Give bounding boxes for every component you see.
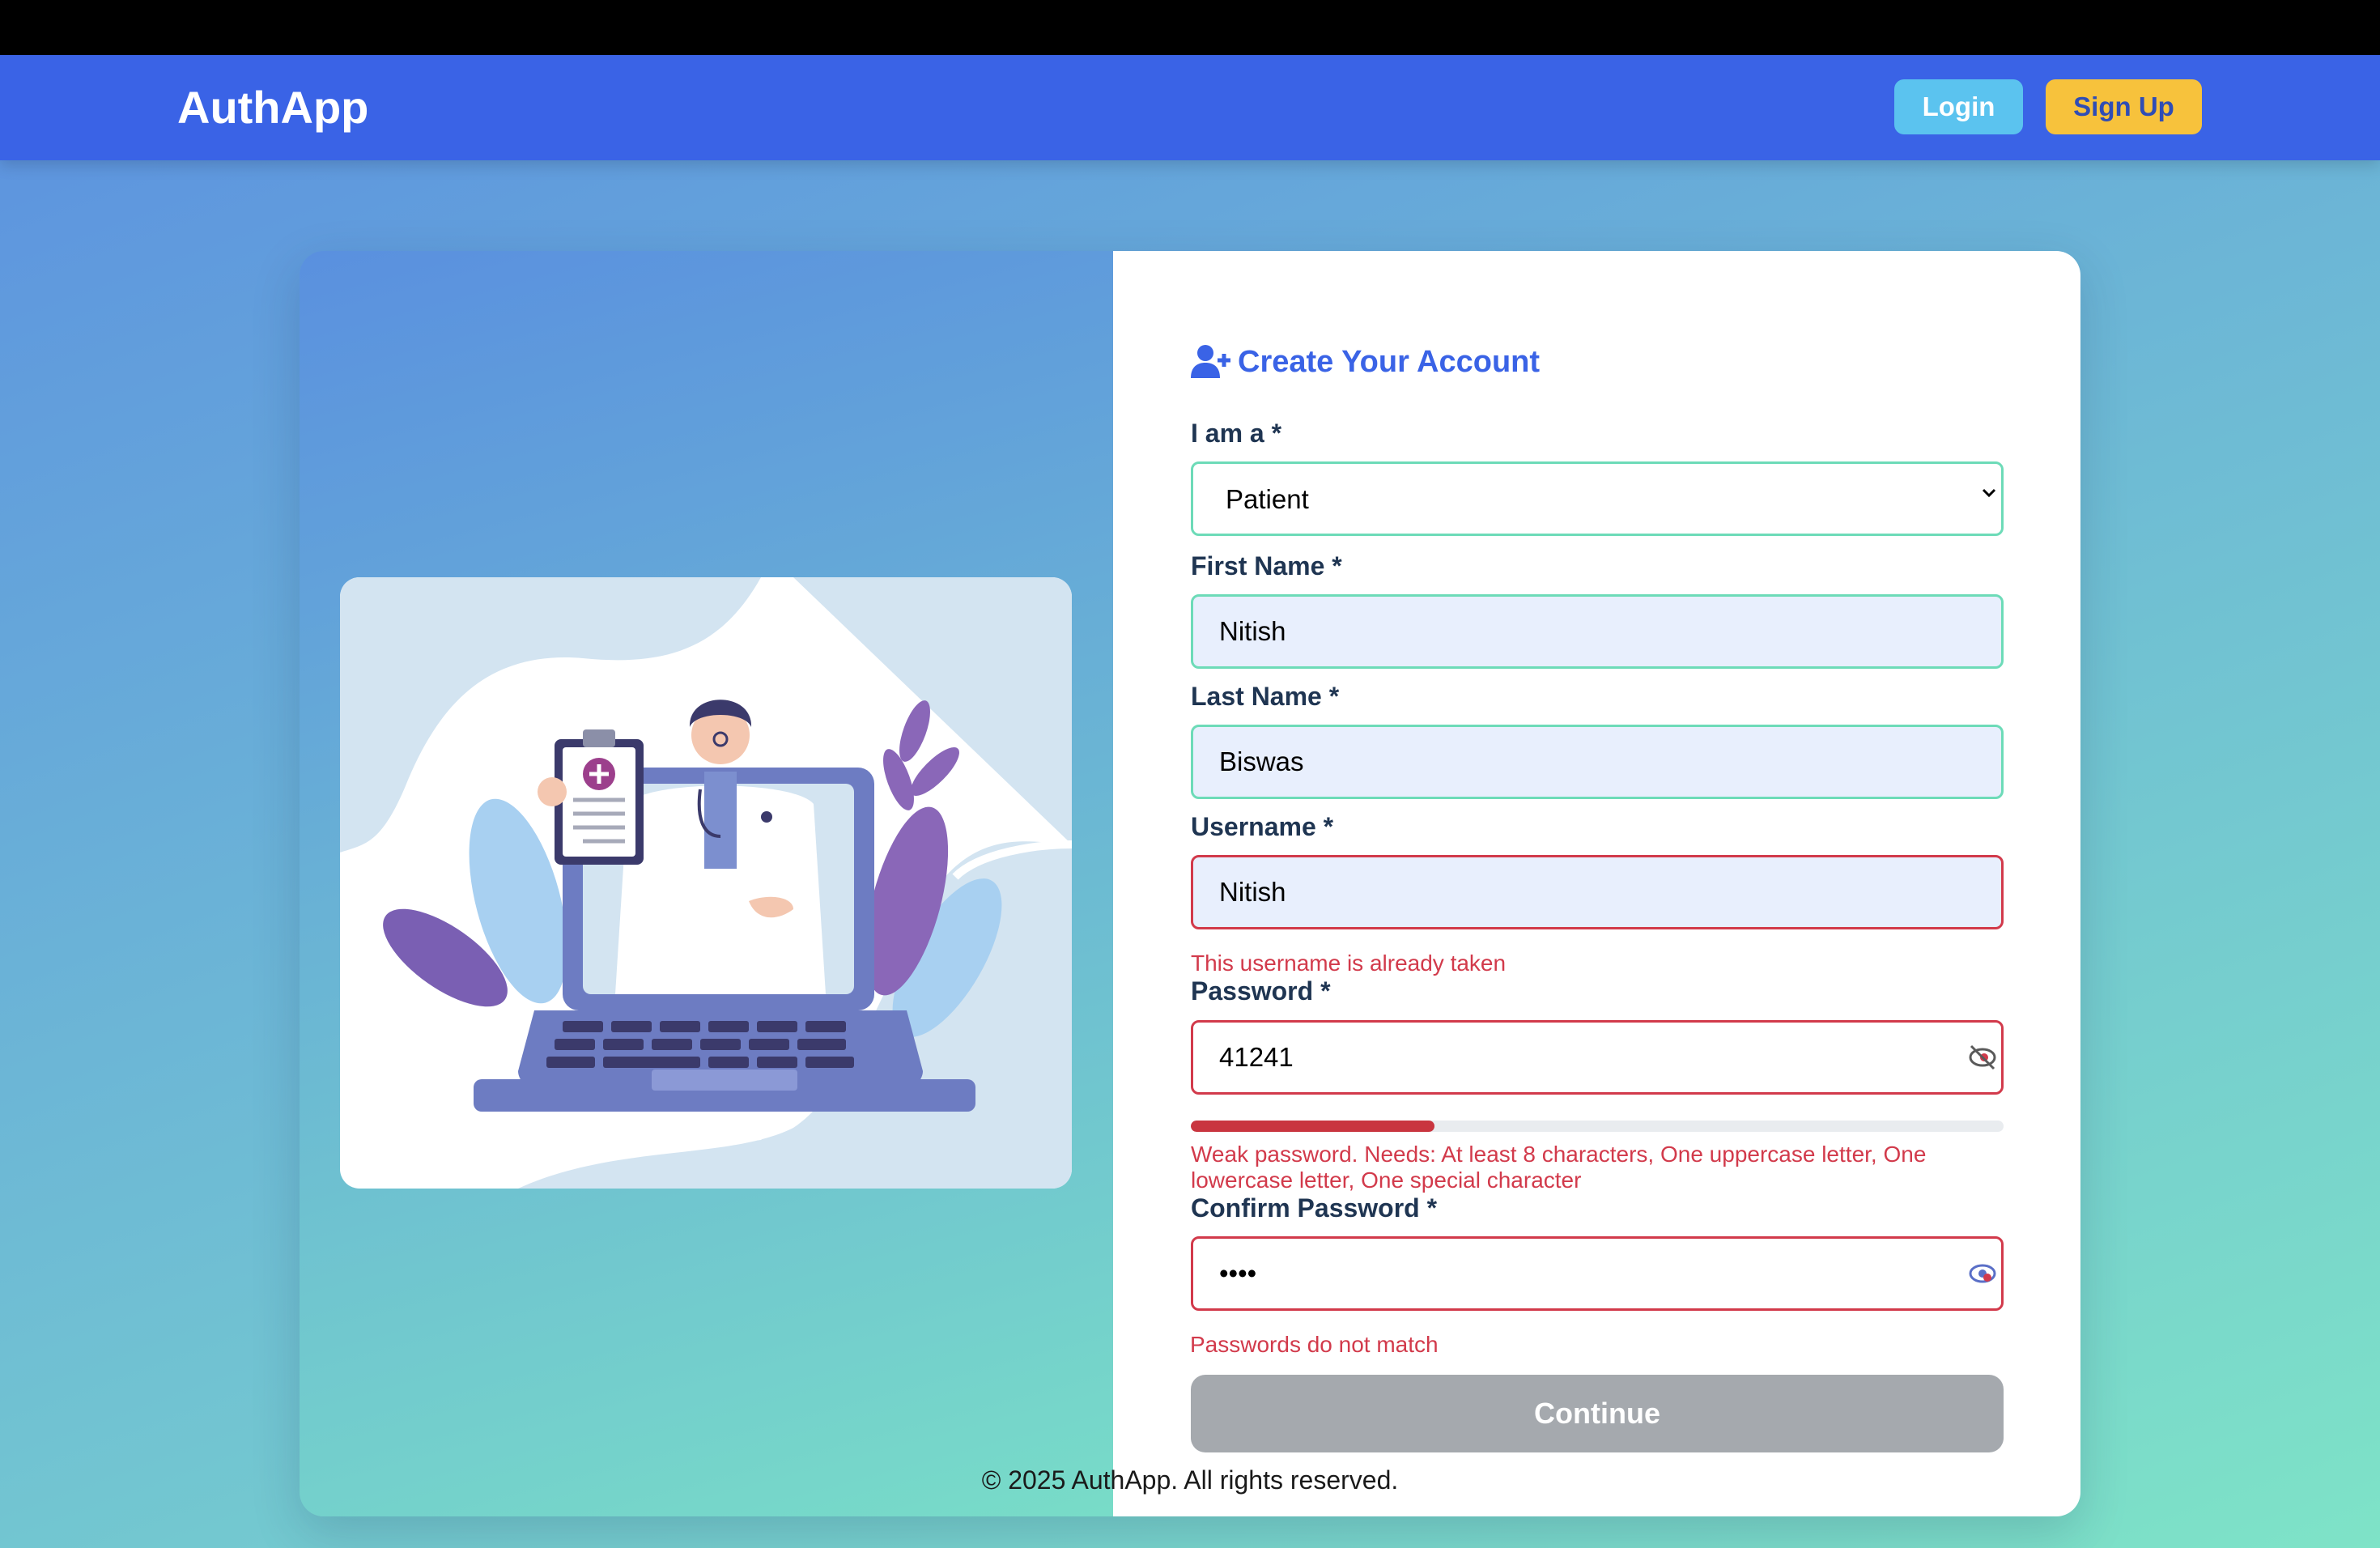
username-error: This username is already taken	[1191, 950, 1507, 976]
confirm-password-label: Confirm Password *	[1191, 1193, 1438, 1223]
signup-form: Create Your Account I am a * Patient Fir…	[1113, 251, 2080, 1516]
username-field[interactable]	[1191, 855, 2004, 929]
doctor-illustration	[340, 577, 1072, 1189]
eye-icon[interactable]	[1966, 1257, 1999, 1290]
illustration-panel	[300, 251, 1113, 1516]
continue-button[interactable]: Continue	[1191, 1375, 2004, 1452]
role-select[interactable]: Patient	[1191, 461, 2004, 536]
first-name-field[interactable]	[1191, 594, 2004, 669]
password-strength-message: Weak password. Needs: At least 8 charact…	[1191, 1142, 1927, 1193]
last-name-field[interactable]	[1191, 725, 2004, 799]
password-strength-fill	[1191, 1121, 1435, 1132]
password-field[interactable]	[1191, 1020, 2004, 1095]
footer-copyright: © 2025 AuthApp. All rights reserved.	[981, 1465, 1399, 1495]
username-label: Username *	[1191, 812, 1334, 841]
signup-button[interactable]: Sign Up	[2046, 79, 2202, 134]
first-name-label: First Name *	[1191, 551, 1342, 580]
role-label: I am a *	[1191, 419, 1282, 448]
signup-card: Create Your Account I am a * Patient Fir…	[300, 251, 2080, 1516]
user-plus-icon	[1191, 345, 1230, 378]
brand-logo[interactable]: AuthApp	[177, 81, 368, 134]
navbar: AuthApp Login Sign Up	[0, 55, 2380, 160]
eye-slash-icon[interactable]	[1966, 1041, 1999, 1074]
confirm-password-field[interactable]	[1191, 1236, 2004, 1311]
password-label: Password *	[1191, 976, 1331, 1006]
password-strength-bar	[1191, 1121, 2004, 1132]
form-title: Create Your Account	[1191, 342, 1540, 382]
login-button[interactable]: Login	[1894, 79, 2023, 134]
confirm-password-error-message: Passwords do not match	[1190, 1332, 1439, 1357]
window-top-bar	[0, 0, 2380, 55]
last-name-label: Last Name *	[1191, 682, 1340, 711]
form-title-text: Create Your Account	[1238, 344, 1541, 379]
